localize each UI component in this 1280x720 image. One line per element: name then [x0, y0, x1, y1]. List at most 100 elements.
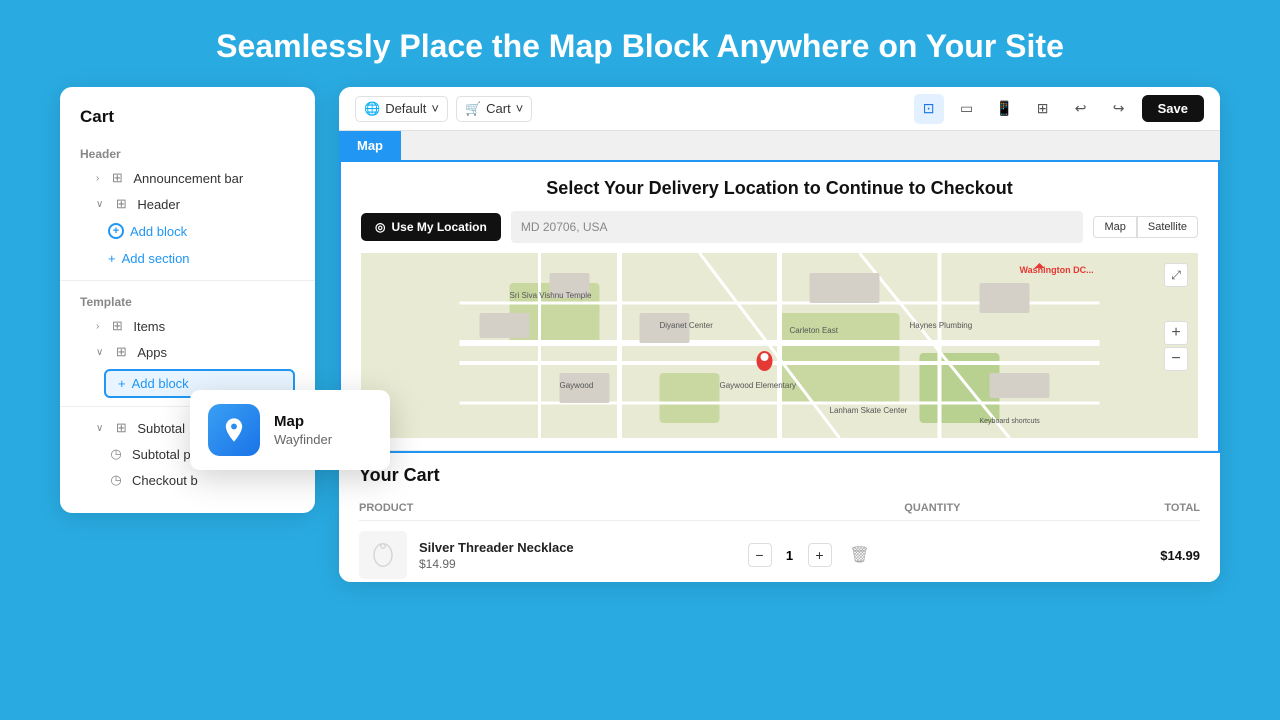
apps-grid-icon: ⊞ — [113, 344, 129, 360]
divider — [60, 280, 315, 281]
fullscreen-button[interactable]: ⤢ — [1164, 263, 1188, 287]
undo-btn[interactable]: ↩ — [1066, 94, 1096, 124]
zoom-in-button[interactable]: + — [1164, 321, 1188, 345]
map-zoom-controls: + − — [1164, 321, 1188, 371]
plus-circle-icon-3: + — [118, 376, 126, 391]
fit-view-btn[interactable]: ⊞ — [1028, 94, 1058, 124]
map-section: Select Your Delivery Location to Continu… — [341, 162, 1218, 451]
page-title: Seamlessly Place the Map Block Anywhere … — [0, 0, 1280, 87]
svg-text:Washington DC...: Washington DC... — [1020, 265, 1094, 275]
redo-btn[interactable]: ↪ — [1104, 94, 1134, 124]
tooltip-icon-box — [208, 404, 260, 456]
add-block-label: Add block — [130, 224, 187, 239]
subtotal-icon: ⊞ — [113, 420, 129, 436]
map-type-buttons: Map Satellite — [1093, 216, 1198, 238]
cart-dropdown[interactable]: 🛒 Cart ˅ — [456, 96, 532, 122]
plus-circle-icon: + — [108, 223, 124, 239]
sidebar-item-apps-label: Apps — [137, 345, 167, 360]
mobile-icon: 📱 — [996, 100, 1013, 117]
globe-icon: 🌐 — [364, 101, 380, 117]
quantity-increase-button[interactable]: + — [808, 543, 832, 567]
col-product-header: PRODUCT — [359, 502, 818, 514]
sidebar-item-announcement[interactable]: › ⊞ Announcement bar — [60, 165, 315, 191]
map-controls-row: ◎ Use My Location MD 20706, USA Map Sate… — [361, 211, 1198, 243]
tooltip-subtitle: Wayfinder — [274, 432, 332, 447]
tooltip-name: Map — [274, 413, 332, 430]
sidebar-item-header-label: Header — [137, 197, 180, 212]
map-visual: Carleton East Haynes Plumbing Diyanet Ce… — [361, 253, 1198, 438]
browser-panel: 🌐 Default ˅ 🛒 Cart ˅ ⊡ ▭ — [339, 87, 1220, 582]
tooltip-popup: Map Wayfinder — [190, 390, 390, 470]
svg-text:Lanham Skate Center: Lanham Skate Center — [830, 406, 908, 415]
add-section-label: Add section — [122, 251, 190, 266]
map-pin-icon — [220, 416, 248, 444]
sidebar-item-items[interactable]: › ⊞ Items — [60, 313, 315, 339]
use-location-label: Use My Location — [391, 220, 486, 234]
product-image — [359, 531, 407, 579]
svg-text:Gaywood: Gaywood — [560, 381, 594, 390]
toolbar-left: 🌐 Default ˅ 🛒 Cart ˅ — [355, 96, 904, 122]
map-tab[interactable]: Map — [339, 131, 401, 160]
tablet-icon: ▭ — [960, 100, 973, 117]
necklace-icon — [368, 540, 398, 570]
cart-section: Your Cart PRODUCT QUANTITY TOTAL — [339, 453, 1220, 582]
quantity-decrease-button[interactable]: − — [748, 543, 772, 567]
header-section-label: Header — [60, 141, 315, 165]
sidebar-item-header[interactable]: ∨ ⊞ Header — [60, 191, 315, 217]
chevron-right-icon-items: › — [96, 321, 99, 332]
subtotal-price-icon: ◷ — [108, 446, 124, 462]
undo-icon: ↩ — [1075, 100, 1087, 117]
browser-toolbar: 🌐 Default ˅ 🛒 Cart ˅ ⊡ ▭ — [339, 87, 1220, 131]
tablet-view-btn[interactable]: ▭ — [952, 94, 982, 124]
cart-panel-title: Cart — [60, 107, 315, 141]
svg-text:Haynes Plumbing: Haynes Plumbing — [910, 321, 973, 330]
sidebar-item-subtotal-label: Subtotal — [137, 421, 185, 436]
map-type-satellite[interactable]: Satellite — [1137, 216, 1198, 238]
add-block-button-header[interactable]: + Add block — [60, 217, 315, 245]
delete-item-button[interactable]: 🗑 — [848, 543, 872, 567]
quantity-value: 1 — [780, 548, 800, 563]
col-total-header: TOTAL — [1047, 502, 1200, 514]
use-location-button[interactable]: ◎ Use My Location — [361, 213, 501, 241]
browser-content: Map Select Your Delivery Location to Con… — [339, 131, 1220, 582]
cart-item-info: Silver Threader Necklace $14.99 — [419, 540, 642, 571]
cart-section-title: Your Cart — [359, 465, 1200, 486]
cart-label: Cart — [486, 101, 511, 116]
add-block-highlighted-label: Add block — [132, 376, 189, 391]
chevron-down-default: ˅ — [431, 101, 439, 116]
cart-item-name: Silver Threader Necklace — [419, 540, 642, 555]
zoom-out-button[interactable]: − — [1164, 347, 1188, 371]
items-grid-icon: ⊞ — [109, 318, 125, 334]
map-type-map[interactable]: Map — [1093, 216, 1136, 238]
map-tab-bar: Map — [339, 131, 1220, 160]
location-icon: ◎ — [375, 220, 385, 234]
sidebar-item-apps[interactable]: ∨ ⊞ Apps — [60, 339, 315, 365]
svg-text:Sri Siva Vishnu Temple: Sri Siva Vishnu Temple — [510, 291, 593, 300]
sidebar-item-items-label: Items — [133, 319, 165, 334]
chevron-down-icon-apps: ∨ — [96, 347, 103, 358]
svg-text:Diyanet Center: Diyanet Center — [660, 321, 714, 330]
chevron-down-icon: ∨ — [96, 199, 103, 210]
svg-text:Carleton East: Carleton East — [790, 326, 839, 335]
default-dropdown[interactable]: 🌐 Default ˅ — [355, 96, 448, 122]
desktop-view-btn[interactable]: ⊡ — [914, 94, 944, 124]
cart-icon: 🛒 — [465, 101, 481, 117]
map-block: Select Your Delivery Location to Continu… — [339, 160, 1220, 453]
fit-icon: ⊞ — [1037, 100, 1049, 117]
cart-item-price: $14.99 — [419, 557, 642, 571]
sidebar-item-announcement-label: Announcement bar — [133, 171, 243, 186]
save-button[interactable]: Save — [1142, 95, 1204, 122]
quantity-controls: − 1 + 🗑 — [642, 543, 977, 567]
desktop-icon: ⊡ — [923, 100, 935, 117]
item-total: $14.99 — [977, 548, 1200, 563]
sidebar-item-checkout[interactable]: ◷ Checkout b — [60, 467, 315, 493]
header-grid-icon: ⊞ — [113, 196, 129, 212]
checkout-icon: ◷ — [108, 472, 124, 488]
add-section-button[interactable]: + Add section — [60, 245, 315, 272]
sidebar-item-checkout-label: Checkout b — [132, 473, 198, 488]
template-section-label: Template — [60, 289, 315, 313]
tooltip-info: Map Wayfinder — [274, 413, 332, 447]
svg-text:Gaywood Elementary: Gaywood Elementary — [720, 381, 796, 390]
mobile-view-btn[interactable]: 📱 — [990, 94, 1020, 124]
toolbar-right: ⊡ ▭ 📱 ⊞ ↩ ↪ Save — [914, 94, 1204, 124]
